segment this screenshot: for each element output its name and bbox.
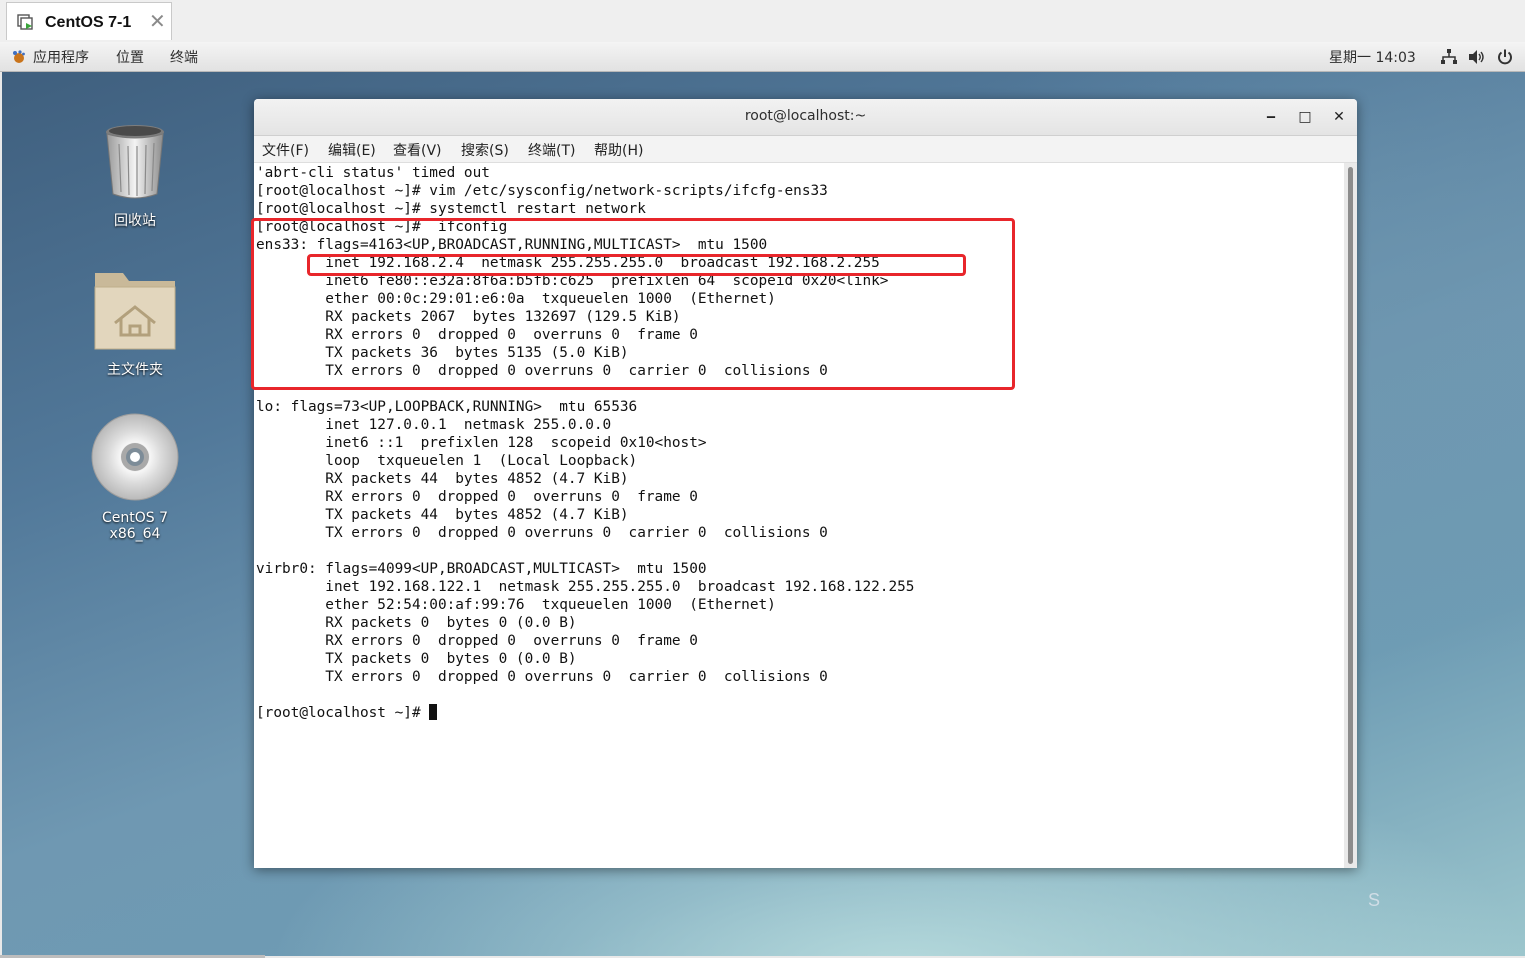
terminal-line-text: TX packets 36 bytes 5135 (5.0 KiB) [256, 345, 629, 361]
terminal-line-text: loop txqueuelen 1 (Local Loopback) [256, 453, 638, 469]
terminal-titlebar[interactable]: root@localhost:~ ‒ □ ✕ [254, 99, 1357, 136]
desktop-icon-label: CentOS 7 x86_64 [101, 510, 168, 542]
trash-icon [106, 125, 164, 199]
terminal-line-text: [root@localhost ~]# ifconfig [256, 219, 508, 235]
terminal-line-text: inet6 ::1 prefixlen 128 scopeid 0x10<hos… [256, 435, 707, 451]
terminal-line: inet 127.0.0.1 netmask 255.0.0.0 [256, 416, 611, 434]
terminal-line: ether 00:0c:29:01:e6:0a txqueuelen 1000 … [256, 290, 776, 308]
menu-view[interactable]: 查看(V) [393, 140, 442, 160]
terminal-line: RX errors 0 dropped 0 overruns 0 frame 0 [256, 632, 698, 650]
terminal-line: TX packets 36 bytes 5135 (5.0 KiB) [256, 344, 629, 362]
applications-menu[interactable]: 应用程序 [33, 47, 89, 67]
terminal-window[interactable]: root@localhost:~ ‒ □ ✕ 文件(F) 编辑(E) 查看(V)… [254, 99, 1357, 868]
close-button[interactable]: ✕ [1329, 107, 1349, 127]
terminal-line-text: inet 127.0.0.1 netmask 255.0.0.0 [256, 417, 612, 433]
maximize-button[interactable]: □ [1295, 107, 1315, 127]
terminal-line: loop txqueuelen 1 (Local Loopback) [256, 452, 637, 470]
terminal-line-text: 'abrt-cli status' timed out [256, 165, 490, 181]
terminal-line-text: RX errors 0 dropped 0 overruns 0 frame 0 [256, 489, 698, 505]
terminal-line-text: RX packets 0 bytes 0 (0.0 B) [256, 615, 577, 631]
terminal-line: RX errors 0 dropped 0 overruns 0 frame 0 [256, 488, 698, 506]
vm-tab-title: CentOS 7-1 [45, 14, 132, 31]
menu-terminal[interactable]: 终端(T) [528, 140, 575, 160]
terminal-line: ens33: flags=4163<UP,BROADCAST,RUNNING,M… [256, 236, 767, 254]
menu-search[interactable]: 搜索(S) [461, 140, 509, 160]
volume-icon[interactable] [1467, 48, 1485, 66]
terminal-line: [root@localhost ~]# [256, 704, 438, 722]
terminal-line: inet6 fe80::e32a:8f6a:b5fb:c625 prefixle… [256, 272, 888, 290]
terminal-line: TX errors 0 dropped 0 overruns 0 carrier… [256, 362, 828, 380]
terminal-output[interactable]: 'abrt-cli status' timed out [root@localho… [254, 163, 1344, 868]
terminal-line-text: RX errors 0 dropped 0 overruns 0 frame 0 [256, 327, 698, 343]
terminal-line-text: inet 192.168.2.4 netmask 255.255.255.0 b… [256, 255, 880, 271]
terminal-line: RX packets 2067 bytes 132697 (129.5 KiB) [256, 308, 681, 326]
terminal-line: inet 192.168.2.4 netmask 255.255.255.0 b… [256, 254, 880, 272]
vm-icon [17, 14, 33, 30]
terminal-cursor [429, 704, 438, 720]
terminal-line: RX packets 0 bytes 0 (0.0 B) [256, 614, 577, 632]
terminal-line: virbr0: flags=4099<UP,BROADCAST,MULTICAS… [256, 560, 707, 578]
terminal-line-text: RX errors 0 dropped 0 overruns 0 frame 0 [256, 633, 698, 649]
terminal-line: RX packets 44 bytes 4852 (4.7 KiB) [256, 470, 629, 488]
terminal-line: [root@localhost ~]# vim /etc/sysconfig/n… [256, 182, 828, 200]
terminal-line-text: ether 00:0c:29:01:e6:0a txqueuelen 1000 … [256, 291, 776, 307]
scrollbar-thumb[interactable] [1348, 167, 1353, 864]
terminal-line: TX packets 44 bytes 4852 (4.7 KiB) [256, 506, 629, 524]
desktop-centos-disc[interactable]: CentOS 7 x86_64 [75, 412, 195, 542]
terminal-line: 'abrt-cli status' timed out [256, 164, 490, 182]
terminal-line: inet 192.168.122.1 netmask 255.255.255.0… [256, 578, 914, 596]
terminal-line: TX packets 0 bytes 0 (0.0 B) [256, 650, 577, 668]
terminal-line-text: TX errors 0 dropped 0 overruns 0 carrier… [256, 669, 828, 685]
terminal-line-text: TX errors 0 dropped 0 overruns 0 carrier… [256, 525, 828, 541]
wallpaper-letter: S [1368, 890, 1381, 910]
terminal-line-text: ens33: flags=4163<UP,BROADCAST,RUNNING,M… [256, 237, 768, 253]
terminal-line: lo: flags=73<UP,LOOPBACK,RUNNING> mtu 65… [256, 398, 637, 416]
vm-tab[interactable]: CentOS 7-1 ✕ [6, 2, 172, 40]
terminal-line-text: inet 192.168.122.1 netmask 255.255.255.0… [256, 579, 915, 595]
terminal-menubar: 文件(F) 编辑(E) 查看(V) 搜索(S) 终端(T) 帮助(H) [254, 136, 1357, 163]
menu-file[interactable]: 文件(F) [262, 140, 309, 160]
terminal-line: [root@localhost ~]# systemctl restart ne… [256, 200, 646, 218]
terminal-line: inet6 ::1 prefixlen 128 scopeid 0x10<hos… [256, 434, 707, 452]
terminal-scrollbar[interactable] [1344, 163, 1357, 868]
terminal-title: root@localhost:~ [744, 108, 867, 124]
top-panel: 应用程序 位置 终端 星期一 14:03 [0, 42, 1525, 72]
terminal-line: [root@localhost ~]# ifconfig [256, 218, 507, 236]
desktop-icon-label: 回收站 [114, 213, 156, 229]
terminal-line: ether 52:54:00:af:99:76 txqueuelen 1000 … [256, 596, 776, 614]
gnome-foot-icon [13, 50, 25, 63]
terminal-line-text: [root@localhost ~]# vim /etc/sysconfig/n… [256, 183, 828, 199]
places-menu[interactable]: 位置 [116, 47, 144, 67]
terminal-line-text: TX errors 0 dropped 0 overruns 0 carrier… [256, 363, 828, 379]
terminal-line-text: RX packets 2067 bytes 132697 (129.5 KiB) [256, 309, 681, 325]
terminal-line-text: ether 52:54:00:af:99:76 txqueuelen 1000 … [256, 597, 776, 613]
home-folder-icon [94, 273, 176, 350]
terminal-line-text: RX packets 44 bytes 4852 (4.7 KiB) [256, 471, 629, 487]
disc-icon [91, 413, 179, 501]
desktop-home-folder[interactable]: 主文件夹 [75, 265, 195, 379]
vm-tab-bar: CentOS 7-1 ✕ [0, 0, 1525, 42]
menu-help[interactable]: 帮助(H) [594, 140, 643, 160]
terminal-line-text: lo: flags=73<UP,LOOPBACK,RUNNING> mtu 65… [256, 399, 638, 415]
terminal-line-text: [root@localhost ~]# systemctl restart ne… [256, 201, 646, 217]
panel-clock[interactable]: 星期一 14:03 [1329, 47, 1416, 67]
terminal-line-text: virbr0: flags=4099<UP,BROADCAST,MULTICAS… [256, 561, 707, 577]
terminal-line-text: [root@localhost ~]# [256, 705, 430, 721]
network-icon[interactable] [1440, 48, 1458, 66]
minimize-button[interactable]: ‒ [1261, 107, 1281, 127]
vm-tab-close-icon[interactable]: ✕ [149, 11, 166, 31]
terminal-line: TX errors 0 dropped 0 overruns 0 carrier… [256, 668, 828, 686]
menu-edit[interactable]: 编辑(E) [328, 140, 376, 160]
desktop-trash[interactable]: 回收站 [75, 122, 195, 230]
desktop-icon-label: 主文件夹 [107, 362, 163, 378]
power-icon[interactable] [1496, 48, 1514, 66]
terminal-line-text: TX packets 0 bytes 0 (0.0 B) [256, 651, 577, 667]
terminal-line: RX errors 0 dropped 0 overruns 0 frame 0 [256, 326, 698, 344]
terminal-line: TX errors 0 dropped 0 overruns 0 carrier… [256, 524, 828, 542]
terminal-app-menu[interactable]: 终端 [170, 47, 198, 67]
terminal-line-text: inet6 fe80::e32a:8f6a:b5fb:c625 prefixle… [256, 273, 889, 289]
terminal-line-text: TX packets 44 bytes 4852 (4.7 KiB) [256, 507, 629, 523]
